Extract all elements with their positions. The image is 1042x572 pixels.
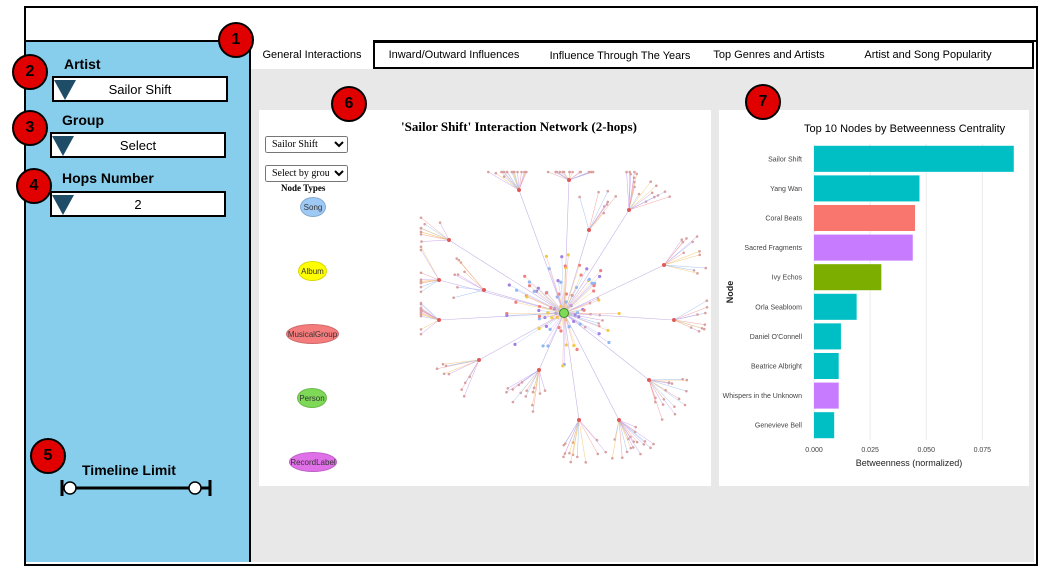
badge-7: 7 (745, 84, 781, 120)
badge-5: 5 (30, 438, 66, 474)
bar (814, 234, 913, 261)
tab-popularity[interactable]: Artist and Song Popularity (846, 42, 1010, 68)
hops-dropdown[interactable]: 2 (50, 191, 226, 217)
network-graph[interactable] (419, 170, 709, 480)
network-panel: 'Sailor Shift' Interaction Network (2-ho… (259, 110, 711, 486)
timeline-start-handle[interactable] (63, 481, 77, 495)
bar (814, 323, 841, 350)
network-title: 'Sailor Shift' Interaction Network (2-ho… (401, 119, 637, 134)
y-tick-label: Sailor Shift (768, 156, 802, 163)
network-group-select[interactable]: Select by group (265, 165, 348, 182)
bar (814, 293, 857, 320)
artist-dropdown[interactable]: Sailor Shift (52, 76, 228, 102)
tab-influences[interactable]: Inward/Outward Influences (376, 42, 532, 68)
legend-label: RecordLabel (290, 457, 336, 467)
x-tick-label: 0.075 (974, 447, 992, 454)
artist-chevron-down-icon[interactable] (54, 80, 76, 100)
legend-album: Album (298, 261, 327, 281)
tab-label: Influence Through The Years (549, 50, 691, 62)
hops-dropdown-value: 2 (134, 196, 142, 212)
y-tick-label: Whispers in the Unknown (723, 393, 802, 400)
tab-influence-years[interactable]: Influence Through The Years (540, 43, 700, 69)
tab-general-interactions[interactable]: General Interactions (251, 40, 375, 69)
y-tick-label: Orla Seabloom (755, 304, 802, 311)
y-tick-label: Genevieve Bell (755, 423, 803, 430)
legend-label: Person (299, 393, 325, 403)
group-label: Group (62, 112, 104, 128)
bar (814, 145, 1014, 172)
x-tick-label: 0.000 (805, 447, 823, 454)
bar (814, 264, 882, 291)
hops-chevron-down-icon[interactable] (52, 195, 74, 215)
tab-label: Top Genres and Artists (713, 49, 825, 61)
y-tick-label: Beatrice Albright (751, 364, 802, 371)
legend-song: Song (300, 197, 326, 217)
node-types-label: Node Types (281, 183, 326, 193)
x-tick-label: 0.025 (861, 447, 879, 454)
group-chevron-down-icon[interactable] (52, 136, 74, 156)
x-tick-label: 0.050 (917, 447, 935, 454)
bar-chart: 0.000 0.025 0.050 0.075 Sailor Shift Yang Wan… (723, 144, 1014, 468)
top-bar (24, 6, 1038, 42)
artist-dropdown-value: Sailor Shift (108, 81, 172, 97)
hops-label: Hops Number (62, 170, 154, 186)
network-artist-select[interactable]: Sailor Shift (265, 136, 348, 153)
legend-recordlabel: RecordLabel (289, 452, 337, 472)
legend-label: Album (301, 266, 324, 276)
bar-chart-panel: Top 10 Nodes by Betweenness Centrality 0… (719, 110, 1029, 486)
x-axis-label: Betweenness (normalized) (856, 458, 963, 468)
group-dropdown[interactable]: Select (50, 132, 226, 158)
tab-label: Inward/Outward Influences (388, 49, 520, 61)
tab-top-genres[interactable]: Top Genres and Artists (702, 42, 836, 68)
bar (814, 175, 920, 202)
legend-label: Song (303, 202, 323, 212)
badge-2: 2 (12, 54, 48, 90)
tab-label: Artist and Song Popularity (864, 49, 992, 61)
y-axis-label: Node (725, 281, 735, 304)
timeline-slider[interactable] (58, 476, 218, 500)
legend-label: MusicalGroup (287, 329, 338, 339)
bar (814, 204, 915, 232)
bar (814, 382, 839, 409)
legend-person: Person (297, 388, 327, 408)
artist-label: Artist (64, 56, 101, 72)
tab-label: General Interactions (262, 48, 362, 61)
group-dropdown-value: Select (119, 137, 157, 153)
legend-musicalgroup: MusicalGroup (286, 324, 339, 344)
y-tick-label: Yang Wan (770, 186, 802, 193)
badge-6: 6 (331, 86, 367, 122)
y-tick-label: Daniel O'Connell (750, 334, 803, 341)
timeline-end-handle[interactable] (188, 481, 202, 495)
y-tick-label: Coral Beats (765, 216, 802, 223)
bar (814, 352, 839, 380)
badge-3: 3 (12, 110, 48, 146)
badge-1: 1 (218, 22, 254, 58)
center-node[interactable] (559, 308, 569, 318)
badge-4: 4 (16, 168, 52, 204)
y-tick-label: Sacred Fragments (744, 245, 802, 252)
bar (814, 412, 835, 439)
y-tick-label: Ivy Echos (772, 275, 803, 282)
